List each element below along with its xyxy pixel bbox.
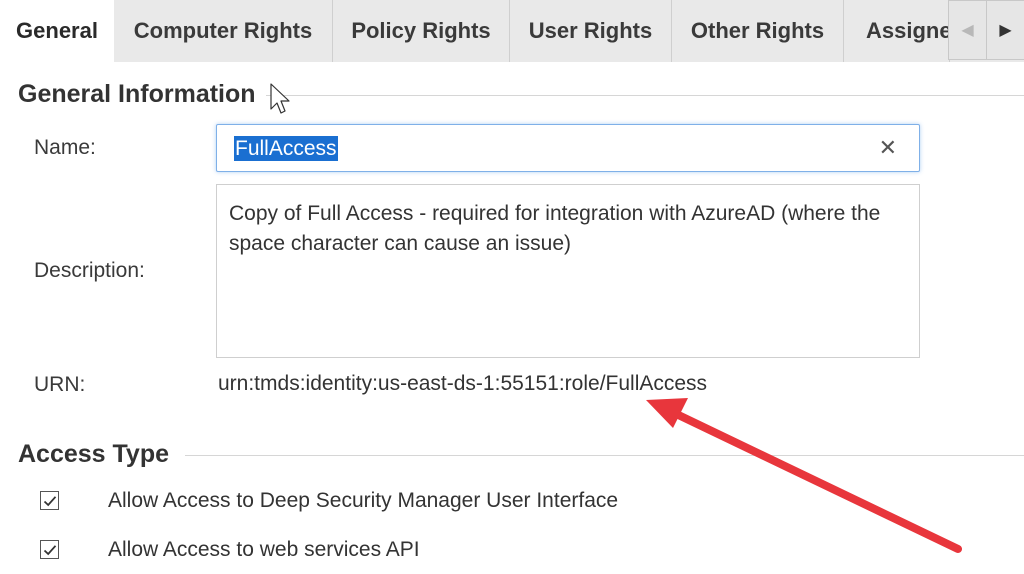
name-value[interactable]: FullAccess <box>234 136 338 161</box>
web-services-api-checkbox[interactable] <box>40 540 59 559</box>
dsm-ui-access-label[interactable]: Allow Access to Deep Security Manager Us… <box>108 489 618 513</box>
tab-bar: General Computer Rights Policy Rights Us… <box>0 0 1024 62</box>
section-divider <box>266 95 1024 96</box>
checkmark-icon <box>43 495 56 506</box>
urn-label: URN: <box>34 373 86 396</box>
mouse-cursor-icon <box>270 83 290 114</box>
tab-computer-rights[interactable]: Computer Rights <box>114 0 333 62</box>
tab-scroll-left-button[interactable]: ◀ <box>948 0 987 60</box>
caret-left-icon: ◀ <box>961 22 974 39</box>
access-type-heading: Access Type <box>18 440 170 468</box>
description-field[interactable]: Copy of Full Access - required for integ… <box>216 184 920 358</box>
checkmark-icon <box>43 544 56 555</box>
tab-assigned[interactable]: Assigne <box>844 0 950 62</box>
tab-user-rights[interactable]: User Rights <box>510 0 672 62</box>
tab-general[interactable]: General <box>0 0 114 62</box>
dsm-ui-access-checkbox[interactable] <box>40 491 59 510</box>
caret-right-icon: ▶ <box>999 22 1012 39</box>
clear-icon[interactable]: ✕ <box>879 135 897 161</box>
general-information-heading: General Information <box>18 80 256 108</box>
red-arrow-annotation <box>646 398 962 553</box>
tab-policy-rights[interactable]: Policy Rights <box>333 0 510 62</box>
section-divider <box>185 455 1024 456</box>
description-label: Description: <box>34 259 145 282</box>
name-label: Name: <box>34 136 96 159</box>
tab-other-rights[interactable]: Other Rights <box>672 0 844 62</box>
tab-scroll-right-button[interactable]: ▶ <box>986 0 1024 60</box>
name-field[interactable]: FullAccess ✕ <box>216 124 920 172</box>
urn-value: urn:tmds:identity:us-east-ds-1:55151:rol… <box>218 372 708 395</box>
web-services-api-label[interactable]: Allow Access to web services API <box>108 538 420 562</box>
